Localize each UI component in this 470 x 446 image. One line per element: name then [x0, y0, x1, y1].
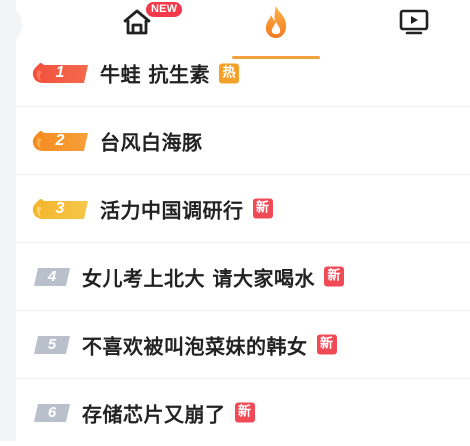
video-icon — [399, 9, 429, 35]
list-item[interactable]: 1 牛蛙 抗生素 热 — [16, 40, 470, 107]
new-badge: NEW — [146, 2, 183, 17]
rank-tag-1: 1 — [32, 63, 88, 83]
list-item[interactable]: 2 台风白海豚 — [16, 107, 470, 175]
hot-title[interactable]: 牛蛙 抗生素 — [100, 59, 210, 88]
list-item[interactable]: 6 存储芯片又崩了 新 — [16, 379, 470, 446]
hot-list: 1 牛蛙 抗生素 热 2 台风白海豚 3 活力中国调研行 新 4 女儿考上北大 … — [16, 40, 470, 446]
hot-badge: 热 — [218, 63, 239, 83]
list-item[interactable]: 4 女儿考上北大 请大家喝水 新 — [16, 243, 470, 311]
rank-tag-2: 2 — [32, 130, 88, 151]
list-item[interactable]: 3 活力中国调研行 新 — [16, 175, 470, 243]
list-item[interactable]: 5 不喜欢被叫泡菜妹的韩女 新 — [16, 311, 470, 379]
rank-tag-6: 6 — [34, 403, 70, 422]
rank-tag-4: 4 — [34, 267, 70, 286]
hot-title[interactable]: 不喜欢被叫泡菜妹的韩女 — [82, 330, 308, 359]
left-rail — [0, 0, 16, 441]
hot-title[interactable]: 女儿考上北大 请大家喝水 — [82, 262, 315, 291]
hot-title[interactable]: 台风白海豚 — [100, 126, 203, 155]
new-badge: 新 — [252, 198, 273, 219]
rank-tag-3: 3 — [32, 198, 88, 219]
new-badge: 新 — [234, 402, 255, 423]
new-badge: 新 — [323, 266, 344, 287]
new-badge: 新 — [316, 334, 337, 355]
rank-tag-5: 5 — [34, 335, 70, 354]
hot-title[interactable]: 活力中国调研行 — [100, 194, 244, 223]
hot-title[interactable]: 存储芯片又崩了 — [82, 398, 226, 427]
flame-icon — [265, 6, 287, 38]
